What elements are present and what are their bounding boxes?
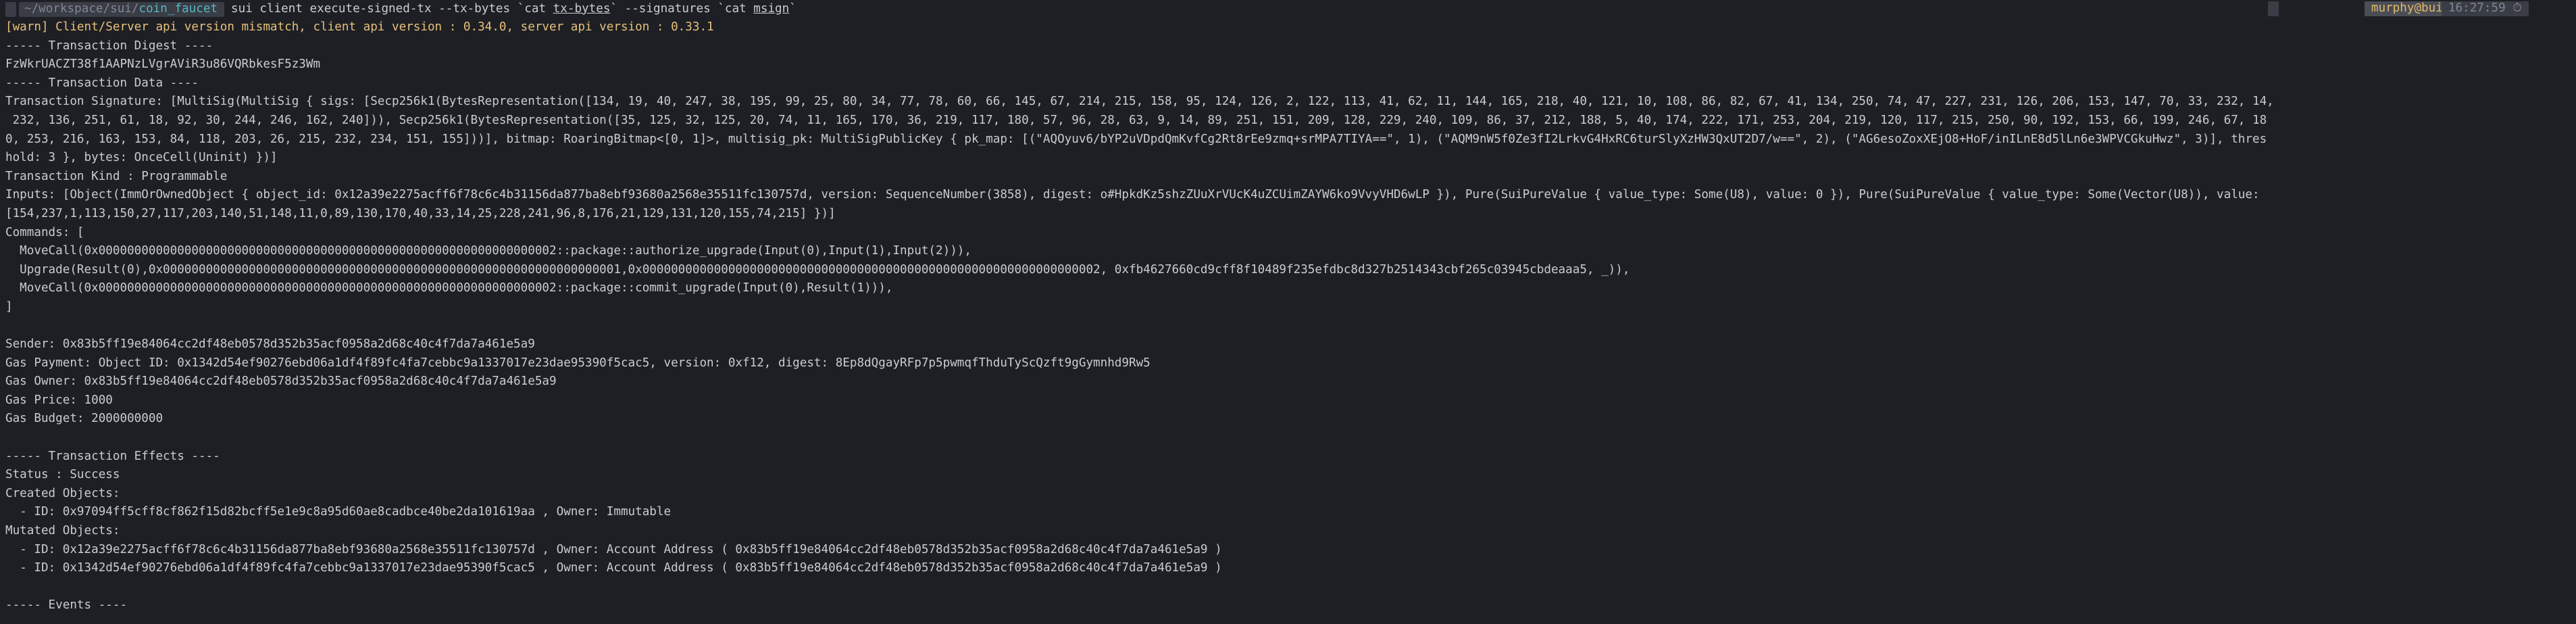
apple-icon: [5, 1, 16, 17]
clock-badge: 16:27:59 ⏱: [2441, 1, 2529, 16]
command-part: ` --signatures `cat: [610, 1, 754, 16]
path-middle: /workspace/sui/: [31, 1, 139, 16]
command-part: `: [789, 1, 797, 16]
status-left-icon: [2268, 1, 2279, 16]
command-file-tx-bytes: tx-bytes: [553, 1, 611, 16]
command-file-msign: msign: [753, 1, 790, 16]
path-current-dir: coin_faucet: [138, 1, 218, 16]
command-part: sui client execute-signed-tx --tx-bytes …: [231, 1, 553, 16]
command-text[interactable]: sui client execute-signed-tx --tx-bytes …: [231, 0, 797, 18]
prompt-path: ~/workspace/sui/coin_faucet: [19, 1, 225, 17]
prompt-line: ~/workspace/sui/coin_faucet sui client e…: [0, 0, 2576, 18]
terminal-window[interactable]: ~/workspace/sui/coin_faucet sui client e…: [0, 0, 2576, 624]
transaction-output: ----- Transaction Digest ---- FzWkrUACZT…: [5, 39, 2274, 613]
path-home: ~: [24, 1, 32, 16]
warning-line: [warn] Client/Server api version mismatc…: [5, 20, 714, 34]
